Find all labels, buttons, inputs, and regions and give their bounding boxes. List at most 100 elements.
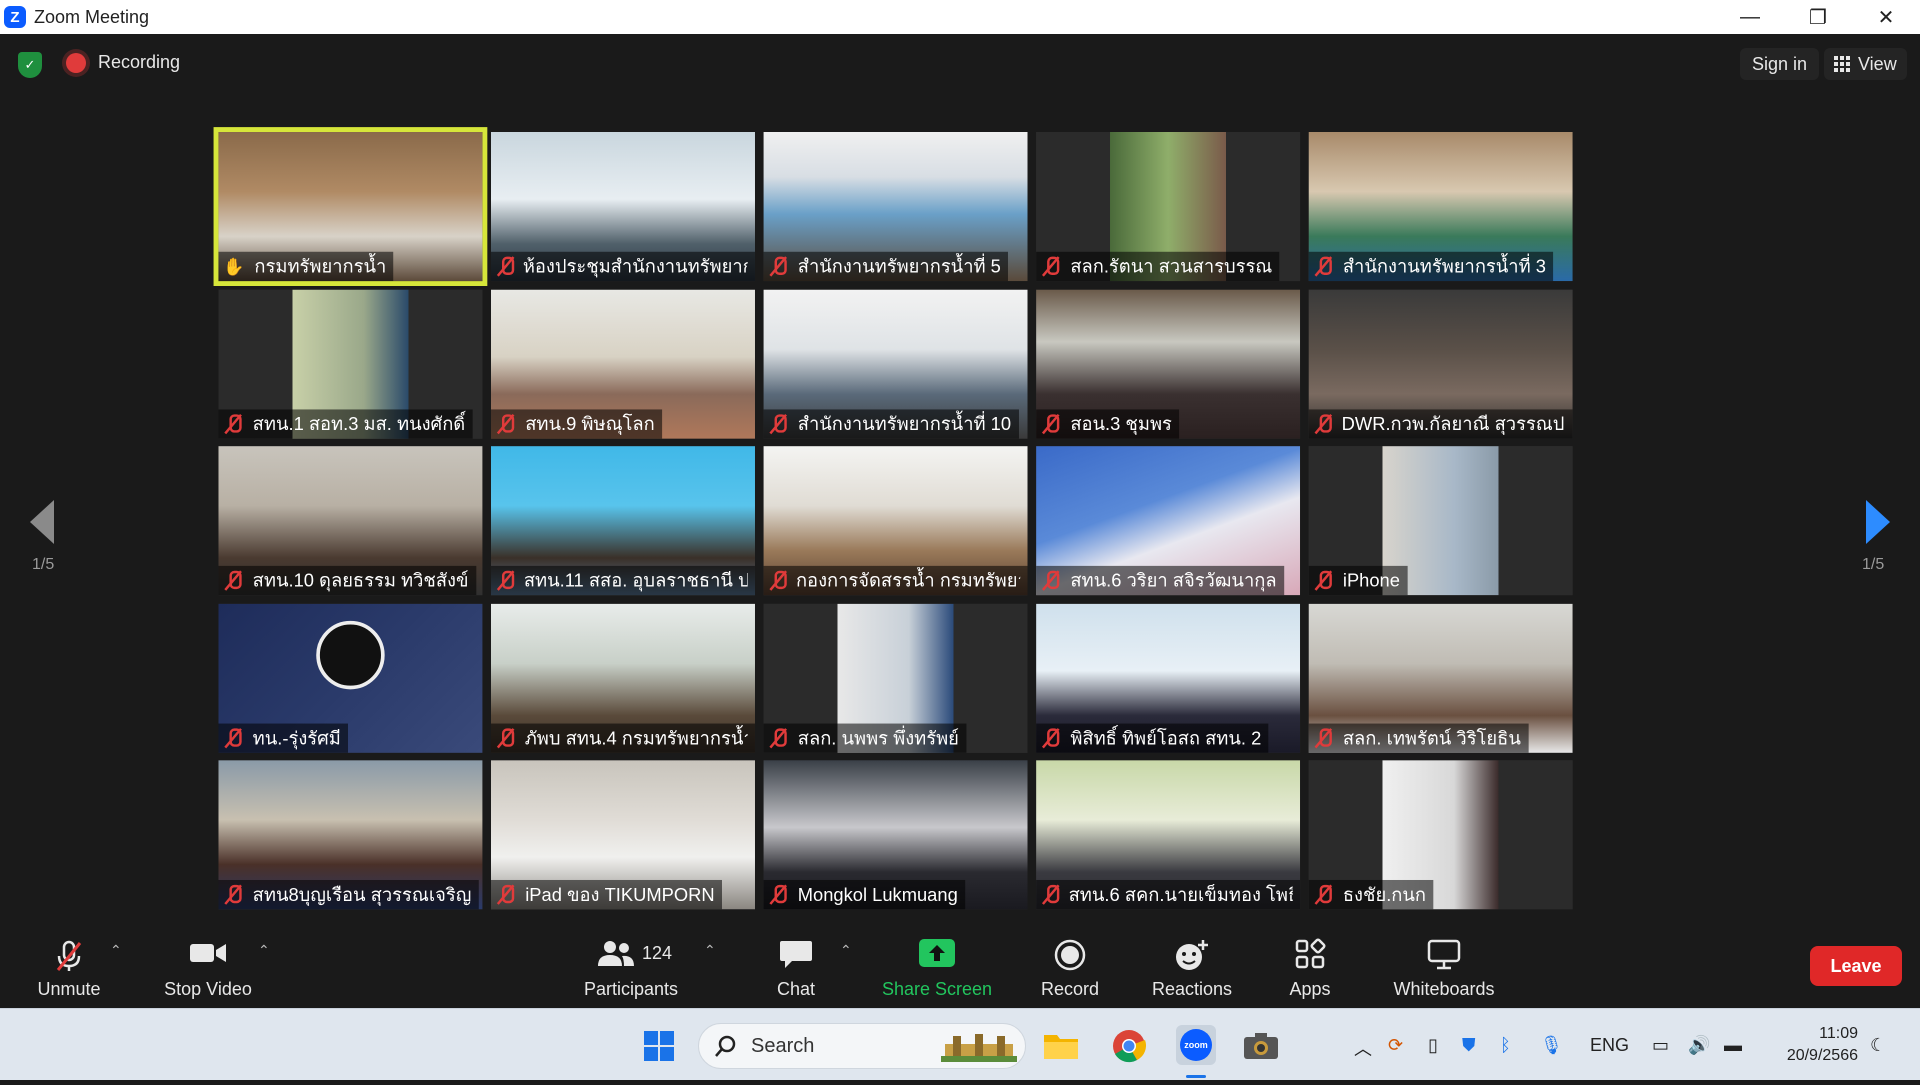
participants-button[interactable]: 124 Participants	[576, 928, 686, 1008]
windows-start-icon[interactable]	[640, 1027, 678, 1065]
video-tile[interactable]: iPad ของ TIKUMPORN	[490, 760, 755, 910]
close-button[interactable]: ✕	[1852, 0, 1920, 34]
sign-in-button[interactable]: Sign in	[1740, 48, 1820, 80]
participant-name: iPhone	[1342, 570, 1400, 591]
whiteboards-button[interactable]: Whiteboards	[1386, 928, 1502, 1008]
unmute-button[interactable]: Unmute	[28, 928, 110, 1008]
participant-name: สทน.11 สสอ. อุบลราชธานี ป...	[523, 570, 748, 592]
video-tile[interactable]: ทน.-รุ่งรัศมี	[218, 603, 483, 753]
view-button[interactable]: View	[1824, 48, 1907, 80]
participant-name-label: iPhone	[1308, 565, 1408, 596]
participant-name: สทน.10 ดุลยธรรม ทวิชสังข์	[252, 570, 469, 592]
muted-mic-icon	[223, 884, 243, 906]
taskbar-search-box[interactable]: Search	[698, 1023, 1026, 1069]
participant-name-label: สทน.1 สอท.3 มส. ทนงศักดิ์	[218, 409, 473, 439]
video-tile[interactable]: DWR.กวพ.กัลยาณี สุวรรณป...	[1308, 289, 1573, 439]
restore-button[interactable]: ❐	[1784, 0, 1852, 34]
volume-icon[interactable]: 🔊	[1688, 1035, 1710, 1056]
security-shield-icon[interactable]: ✓	[18, 52, 42, 78]
zoom-taskbar-icon[interactable]: zoom	[1176, 1025, 1216, 1065]
sync-icon[interactable]: ⟳	[1388, 1035, 1403, 1056]
muted-mic-icon	[496, 727, 515, 749]
participant-name-label: พิสิทธิ์ ทิพย์โอสถ สทน. 2	[1036, 723, 1269, 753]
input-language[interactable]: ENG	[1590, 1035, 1629, 1056]
audio-options-caret-icon[interactable]: ⌃	[110, 942, 122, 959]
video-tile[interactable]: สทน.6 วริยา สจิรวัฒนากุล	[1036, 446, 1301, 596]
share-screen-label: Share Screen	[881, 979, 993, 999]
usb-device-icon[interactable]: ▯	[1428, 1035, 1438, 1056]
video-tile[interactable]: สลก. นพพร พึ่งทรัพย์	[763, 603, 1028, 753]
video-tile[interactable]: ธงชัย.กนก	[1308, 760, 1573, 910]
muted-microphone-icon	[56, 940, 82, 971]
video-tile[interactable]: สทน.9 พิษณุโลก	[490, 289, 755, 439]
stop-video-label: Stop Video	[164, 979, 252, 999]
taskbar-clock[interactable]: 11:09 20/9/2566	[1766, 1023, 1858, 1067]
video-tile[interactable]: สทน.6 สคก.นายเข็มทอง โพธิ์...	[1036, 760, 1301, 910]
defender-shield-icon[interactable]: ⛊	[1462, 1035, 1476, 1056]
chrome-icon[interactable]	[1110, 1027, 1148, 1065]
network-icon[interactable]: ▭	[1652, 1035, 1669, 1056]
battery-icon[interactable]: ▬	[1724, 1035, 1742, 1056]
muted-mic-icon	[1041, 727, 1061, 749]
share-screen-button[interactable]: Share Screen	[878, 928, 996, 1008]
video-tile[interactable]: สทน.11 สสอ. อุบลราชธานี ป...	[490, 446, 755, 596]
focus-moon-icon[interactable]: ☾	[1870, 1035, 1886, 1056]
microphone-in-use-icon[interactable]: 🎙	[1540, 1035, 1563, 1056]
apps-button[interactable]: Apps	[1282, 928, 1338, 1008]
windows-taskbar: Search zoom ︿ ⟳ ▯ ⛊ ᛒ 🎙 ENG ▭ 🔊 ▬ 11:09 …	[0, 1008, 1920, 1080]
stop-video-button[interactable]: Stop Video	[158, 928, 258, 1008]
video-tile[interactable]: Mongkol Lukmuang	[763, 760, 1028, 910]
video-tile[interactable]: iPhone	[1308, 446, 1573, 596]
video-tile[interactable]: กองการจัดสรรน้ำ กรมทรัพยา...	[763, 446, 1028, 596]
reactions-button[interactable]: Reactions	[1142, 928, 1242, 1008]
page-indicator-left: 1/5	[32, 556, 55, 573]
title-bar: Z Zoom Meeting — ❐ ✕	[0, 0, 1920, 34]
tray-overflow-chevron-icon[interactable]: ︿	[1354, 1035, 1372, 1061]
muted-mic-icon	[496, 413, 516, 435]
video-tile-active-speaker[interactable]: ✋ กรมทรัพยากรน้ำ	[213, 127, 488, 286]
video-tile[interactable]: สลก.รัตนา สวนสารบรรณ	[1036, 132, 1301, 282]
video-tile[interactable]: สทน8บุญเรือน สุวรรณเจริญ	[218, 760, 483, 910]
video-tile[interactable]: สทน.1 สอท.3 มส. ทนงศักดิ์	[218, 289, 483, 439]
participant-name-label: ภัพบ สทน.4 กรมทรัพยากรน้ำ	[490, 723, 755, 753]
participant-name: สลก.รัตนา สวนสารบรรณ	[1070, 256, 1273, 278]
whiteboards-label: Whiteboards	[1393, 979, 1495, 999]
muted-mic-icon	[1041, 413, 1061, 435]
video-tile[interactable]: สำนักงานทรัพยากรน้ำที่ 5	[763, 132, 1028, 282]
participants-options-caret-icon[interactable]: ⌃	[704, 942, 716, 959]
muted-mic-icon	[1314, 413, 1332, 435]
video-tile[interactable]: ห้องประชุมสำนักงานทรัพยากร...	[490, 132, 755, 282]
record-button[interactable]: Record	[1032, 928, 1108, 1008]
video-tile[interactable]: สำนักงานทรัพยากรน้ำที่ 3	[1308, 132, 1573, 282]
video-tile[interactable]: ภัพบ สทน.4 กรมทรัพยากรน้ำ	[490, 603, 755, 753]
leave-button[interactable]: Leave	[1810, 946, 1902, 986]
participant-name: ทน.-รุ่งรัศมี	[252, 728, 341, 750]
window-title: Zoom Meeting	[34, 6, 150, 27]
video-tile[interactable]: สอน.3 ชุมพร	[1036, 289, 1301, 439]
chat-options-caret-icon[interactable]: ⌃	[840, 942, 852, 959]
video-tile[interactable]: พิสิทธิ์ ทิพย์โอสถ สทน. 2	[1036, 603, 1301, 753]
file-explorer-icon[interactable]	[1042, 1027, 1080, 1065]
participant-name: สอน.3 ชุมพร	[1070, 414, 1172, 436]
chat-button[interactable]: Chat	[760, 928, 832, 1008]
apps-label: Apps	[1289, 979, 1331, 999]
video-tile[interactable]: สำนักงานทรัพยากรน้ำที่ 10	[763, 289, 1028, 439]
previous-page-arrow-icon[interactable]	[30, 500, 54, 544]
participant-name: สำนักงานทรัพยากรน้ำที่ 10	[797, 414, 1012, 436]
video-tile[interactable]: สทน.10 ดุลยธรรม ทวิชสังข์	[218, 446, 483, 596]
muted-mic-icon	[1314, 570, 1334, 592]
video-options-caret-icon[interactable]: ⌃	[258, 942, 270, 959]
chat-label: Chat	[776, 979, 816, 999]
participant-name: ธงชัย.กนก	[1342, 884, 1427, 906]
muted-mic-icon	[1314, 255, 1334, 277]
recording-indicator[interactable]: Recording	[66, 52, 180, 73]
muted-mic-icon	[223, 727, 243, 749]
minimize-button[interactable]: —	[1716, 0, 1784, 34]
camera-app-icon[interactable]	[1242, 1027, 1280, 1065]
muted-mic-icon	[496, 570, 515, 592]
bluetooth-icon[interactable]: ᛒ	[1500, 1035, 1511, 1056]
zoom-logo-icon: Z	[4, 6, 26, 28]
video-tile[interactable]: สลก. เทพรัตน์ วิริโยธิน	[1308, 603, 1573, 753]
participant-name-label: สลก. เทพรัตน์ วิริโยธิน	[1308, 723, 1529, 753]
reactions-emoji-icon	[1176, 940, 1208, 970]
